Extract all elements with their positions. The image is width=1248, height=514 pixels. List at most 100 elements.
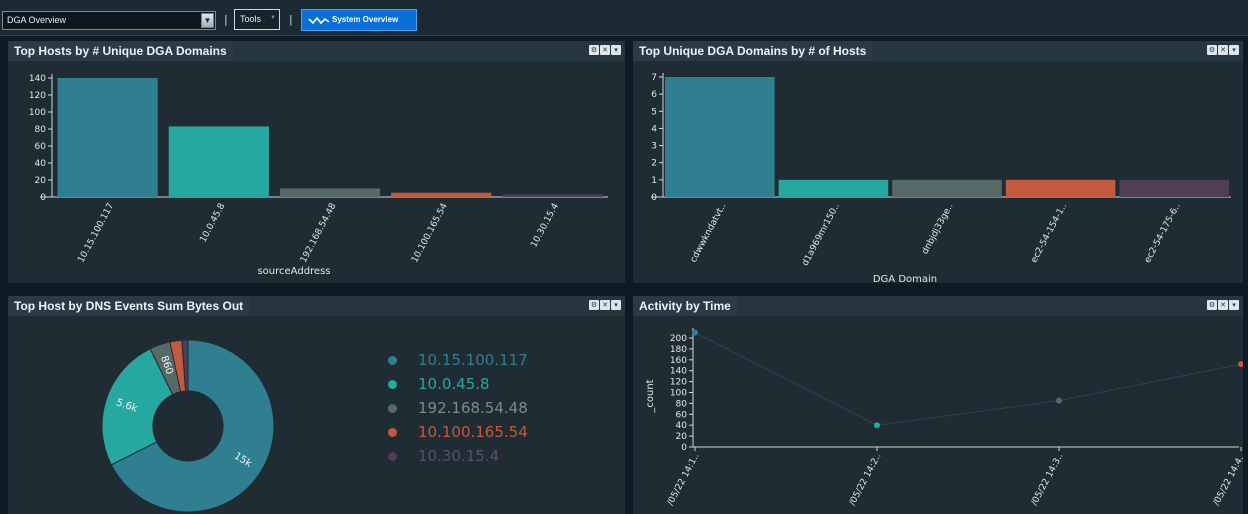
x-tick-label: 10.100.165.54	[410, 201, 450, 264]
x-tick-label: /05/22 14:1..	[666, 452, 702, 508]
legend-swatch	[388, 403, 397, 413]
legend-label: 10.30.15.4	[418, 447, 500, 465]
legend-item[interactable]: 10.30.15.4	[388, 444, 528, 468]
close-icon[interactable]: ✕	[1218, 45, 1228, 55]
bar	[168, 126, 269, 197]
bar	[502, 194, 603, 197]
chart-legend: 10.15.100.117 10.0.45.8 192.168.54.48 10.10…	[388, 348, 528, 468]
close-icon[interactable]: ✕	[600, 45, 610, 55]
y-tick-label: 60	[676, 410, 688, 420]
y-tick-label: 20	[676, 432, 688, 442]
legend-item[interactable]: 10.100.165.54	[388, 420, 528, 444]
x-tick-label: /05/22 14:2..	[848, 452, 884, 508]
menu-down-icon[interactable]: ▾	[611, 45, 621, 55]
system-overview-label: System Overview	[332, 15, 399, 24]
tools-menu-button[interactable]: Tools ▼	[234, 9, 280, 30]
settings-icon[interactable]: ⚙	[1207, 45, 1217, 55]
legend-item[interactable]: 192.168.54.48	[388, 396, 528, 420]
toolbar-separator: |	[289, 13, 293, 26]
y-tick-label: 120	[670, 378, 687, 388]
legend-label: 10.0.45.8	[418, 375, 490, 393]
bar	[57, 78, 158, 197]
y-axis-title: _count	[645, 379, 656, 413]
menu-down-icon[interactable]: ▾	[1229, 300, 1239, 310]
bar	[391, 192, 492, 197]
panel-top-hosts-dga: Top Hosts by # Unique DGA Domains ⚙ ✕ ▾ …	[8, 41, 625, 283]
x-tick-label: /05/22 14:4..	[1212, 452, 1243, 508]
scatter-chart-activity: 020406080100120140160180200 _count/05/22 …	[645, 328, 1243, 508]
data-point	[692, 329, 698, 336]
dashboard-select[interactable]: DGA Overview ▼	[2, 11, 216, 30]
y-tick-label: 80	[35, 125, 47, 135]
dashboard-toolbar: DGA Overview ▼ | Tools ▼ | System Overvi…	[0, 0, 1248, 36]
y-tick-label: 40	[676, 421, 688, 431]
y-tick-label: 180	[670, 345, 687, 355]
bar-chart-domains: 0 1 2 3 4 5 6 7 cdwwkndatvt.. d1a969mr150.. dnbjdj…	[651, 73, 1231, 283]
panel-controls: ⚙ ✕ ▾	[589, 45, 621, 56]
y-tick-label: 100	[670, 389, 687, 399]
panel-dns-bytes-out: Top Host by DNS Events Sum Bytes Out ⚙ ✕…	[8, 296, 625, 514]
y-tick-label: 6	[651, 90, 657, 100]
legend-item[interactable]: 10.0.45.8	[388, 372, 528, 396]
legend-swatch	[388, 355, 397, 365]
legend-item[interactable]: 10.15.100.117	[388, 348, 528, 372]
bar	[778, 179, 889, 197]
legend-swatch	[388, 427, 397, 437]
y-tick-label: 4	[651, 124, 657, 134]
y-tick-label: 2	[651, 159, 657, 169]
panel-controls: ⚙ ✕ ▾	[589, 300, 621, 311]
x-tick-label: 10.30.15.4	[529, 201, 561, 249]
y-tick-label: 0	[681, 443, 687, 453]
tools-label: Tools	[240, 14, 262, 24]
menu-down-icon[interactable]: ▾	[611, 300, 621, 310]
settings-icon[interactable]: ⚙	[1207, 300, 1217, 310]
bar	[279, 188, 381, 197]
legend-swatch	[388, 451, 397, 461]
chevron-down-icon[interactable]: ▼	[201, 13, 214, 28]
panel-title: Activity by Time	[633, 296, 737, 316]
legend-label: 10.15.100.117	[418, 351, 528, 369]
data-point	[1238, 361, 1243, 368]
x-tick-label: cdwwkndatvt..	[689, 202, 729, 265]
close-icon[interactable]: ✕	[600, 300, 610, 310]
bar	[892, 179, 1002, 197]
y-tick-label: 140	[670, 367, 687, 377]
bar	[1119, 179, 1229, 197]
close-icon[interactable]: ✕	[1218, 300, 1228, 310]
y-tick-label: 140	[29, 74, 46, 84]
y-tick-label: 40	[35, 159, 47, 169]
x-tick-label: ec2-54-175-6..	[1143, 202, 1183, 265]
y-tick-label: 5	[651, 107, 657, 117]
bar-chart-hosts: 0 20 40 60 80 100 120 140 10.15.100.117 10.0.45.8…	[29, 74, 608, 277]
y-tick-label: 0	[651, 193, 657, 203]
y-tick-label: 60	[35, 142, 47, 152]
panel-title: Top Unique DGA Domains by # of Hosts	[633, 41, 873, 61]
x-tick-label: 10.15.100.117	[77, 202, 117, 265]
dashboard-select-value: DGA Overview	[7, 15, 67, 25]
x-axis-title: sourceAddress	[257, 266, 330, 277]
settings-icon[interactable]: ⚙	[589, 300, 599, 310]
x-tick-label: d1a969mr150..	[801, 202, 842, 268]
legend-label: 192.168.54.48	[418, 399, 528, 417]
legend-swatch	[388, 379, 397, 389]
legend-label: 10.100.165.54	[418, 423, 528, 441]
y-tick-label: 120	[29, 91, 46, 101]
bar	[1005, 179, 1116, 197]
caret-down-icon: ▼	[270, 15, 276, 21]
series-line	[694, 332, 1242, 426]
x-tick-label: ec2-54-154-1..	[1029, 202, 1069, 265]
panel-activity-by-time: Activity by Time ⚙ ✕ ▾ 0 20 40 60 80 100 120 14…	[633, 296, 1243, 514]
data-point	[874, 422, 880, 429]
x-tick-label: 10.0.45.8	[198, 201, 227, 244]
x-tick-label: /05/22 14:3..	[1030, 452, 1066, 508]
system-overview-button[interactable]: System Overview	[301, 9, 417, 31]
y-tick-label: 160	[670, 356, 687, 366]
toolbar-separator: |	[224, 13, 228, 26]
menu-down-icon[interactable]: ▾	[1229, 45, 1239, 55]
panel-title: Top Hosts by # Unique DGA Domains	[8, 41, 233, 61]
y-tick-label: 80	[676, 399, 688, 409]
x-tick-label: 192.168.54.48	[299, 201, 339, 264]
panel-title: Top Host by DNS Events Sum Bytes Out	[8, 296, 250, 316]
donut-chart-bytes-out: 15k5.6k860	[101, 339, 275, 513]
settings-icon[interactable]: ⚙	[589, 45, 599, 55]
